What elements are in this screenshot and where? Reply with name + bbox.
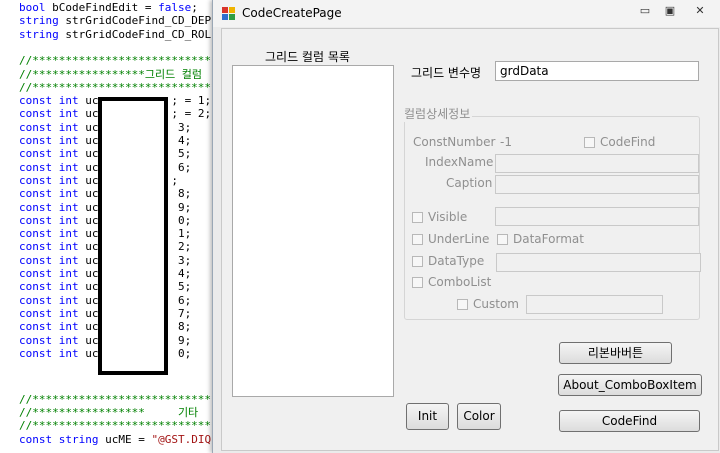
visible-label: Visible bbox=[428, 210, 468, 224]
code-line: const string ucME = "@GST.DIQ bbox=[19, 433, 211, 446]
underline-checkbox[interactable] bbox=[412, 234, 423, 245]
title-bar[interactable]: CodeCreatePage ▭ ▣ ✕ bbox=[213, 0, 720, 27]
code-token: const int bbox=[19, 267, 79, 280]
codefind-checkbox-label: CodeFind bbox=[600, 135, 656, 149]
grid-var-label: 그리드 변수명 bbox=[411, 66, 482, 80]
code-line: //**************************** bbox=[19, 81, 218, 94]
datatype-checkbox[interactable] bbox=[412, 256, 423, 267]
datatype-label: DataType bbox=[428, 254, 485, 268]
grid-column-listbox[interactable] bbox=[232, 65, 394, 397]
visible-checkbox[interactable] bbox=[412, 212, 423, 223]
code-token: const int bbox=[19, 227, 79, 241]
code-token: const int bbox=[19, 240, 79, 254]
code-token: string bbox=[19, 14, 59, 28]
grid-column-list-label: 그리드 컬럼 목록 bbox=[265, 50, 350, 64]
code-line: //*****************그리드 컬럼 bbox=[19, 68, 202, 81]
code-token: false bbox=[158, 1, 192, 14]
column-detail-group-title: 컬럼상세정보 bbox=[402, 105, 473, 122]
code-token: const int bbox=[19, 306, 79, 320]
caption-label: Caption bbox=[446, 176, 493, 190]
about-combobox-item-button[interactable]: About_ComboBoxItem bbox=[558, 374, 702, 396]
code-token: const int bbox=[19, 147, 79, 161]
app-icon bbox=[222, 7, 235, 20]
form-client-area: 그리드 컬럼 목록 그리드 변수명 grdData 컬럼상세정보 ConstNu… bbox=[221, 28, 719, 451]
codefind-checkbox[interactable] bbox=[584, 137, 595, 148]
visible-input[interactable] bbox=[495, 207, 699, 226]
const-number-value: -1 bbox=[500, 135, 512, 149]
code-create-window: CodeCreatePage ▭ ▣ ✕ 그리드 컬럼 목록 그리드 변수명 g… bbox=[212, 0, 720, 453]
code-token: //***************** 기타 bbox=[19, 406, 199, 419]
code-token: //**************************** bbox=[19, 80, 218, 94]
datatype-input[interactable] bbox=[496, 253, 701, 272]
window-title: CodeCreatePage bbox=[242, 6, 342, 20]
init-button[interactable]: Init bbox=[406, 403, 449, 430]
code-token: const int bbox=[19, 187, 79, 201]
code-line: //**************************** bbox=[19, 54, 218, 67]
codefind-button[interactable]: CodeFind bbox=[559, 410, 700, 432]
code-token: const int bbox=[19, 346, 79, 360]
combolist-checkbox[interactable] bbox=[412, 277, 423, 288]
close-button[interactable]: ✕ bbox=[683, 2, 717, 19]
code-token: //**************************** bbox=[19, 54, 218, 68]
code-token: const int bbox=[19, 213, 79, 227]
code-token: const int bbox=[19, 120, 79, 134]
custom-label: Custom bbox=[473, 297, 519, 311]
caption-input[interactable] bbox=[495, 175, 699, 194]
code-line: //***************** 기타 bbox=[19, 406, 198, 419]
code-token: ucME = bbox=[98, 432, 152, 446]
dataformat-label: DataFormat bbox=[513, 232, 584, 246]
code-token: ; bbox=[191, 1, 198, 14]
dataformat-checkbox[interactable] bbox=[497, 234, 508, 245]
code-token: strGridCodeFind_CD_DEP bbox=[58, 14, 212, 28]
indexname-input[interactable] bbox=[495, 154, 699, 173]
indexname-label: IndexName bbox=[425, 155, 494, 169]
code-token: const int bbox=[19, 94, 79, 108]
underline-label: UnderLine bbox=[428, 232, 490, 246]
code-line: //**************************** bbox=[19, 393, 218, 406]
code-token: "@GST.DIQ bbox=[151, 432, 212, 446]
code-token: const int bbox=[19, 160, 79, 174]
combolist-label: ComboList bbox=[428, 275, 492, 289]
code-token: string bbox=[19, 27, 59, 41]
color-button[interactable]: Color bbox=[457, 403, 501, 430]
code-token: strGridCodeFind_CD_ROL bbox=[58, 27, 212, 41]
code-token: const int bbox=[19, 107, 79, 121]
custom-input[interactable] bbox=[526, 295, 663, 314]
code-token: const int bbox=[19, 280, 79, 294]
minimize-button[interactable]: ▭ bbox=[633, 2, 657, 19]
const-number-label: ConstNumber bbox=[413, 135, 496, 149]
custom-checkbox[interactable] bbox=[457, 299, 468, 310]
code-line: //**************************** bbox=[19, 419, 218, 432]
ribbon-button[interactable]: 리본바버튼 bbox=[559, 342, 672, 364]
code-line: string strGridCodeFind_CD_ROL bbox=[19, 28, 211, 41]
code-token: const string bbox=[19, 432, 99, 446]
code-token: const int bbox=[19, 173, 79, 187]
code-line: string strGridCodeFind_CD_DEP bbox=[19, 14, 211, 27]
code-token: const int bbox=[19, 134, 79, 147]
code-token: const int bbox=[19, 333, 79, 347]
code-token: const int bbox=[19, 253, 79, 267]
code-token: bool bbox=[19, 1, 46, 14]
code-token: const int bbox=[19, 320, 79, 334]
redaction-box bbox=[98, 97, 168, 375]
grid-var-input[interactable]: grdData bbox=[495, 61, 699, 81]
code-token: //*****************그리드 컬럼 bbox=[19, 67, 203, 81]
grid-var-value: grdData bbox=[500, 64, 549, 78]
code-token: bCodeFindEdit = bbox=[45, 1, 159, 14]
code-line: bool bCodeFindEdit = false; bbox=[19, 1, 198, 14]
code-token: //**************************** bbox=[19, 392, 218, 406]
code-token: //**************************** bbox=[19, 419, 218, 433]
maximize-button[interactable]: ▣ bbox=[658, 2, 682, 19]
code-token: const int bbox=[19, 200, 79, 214]
code-token: const int bbox=[19, 293, 79, 307]
